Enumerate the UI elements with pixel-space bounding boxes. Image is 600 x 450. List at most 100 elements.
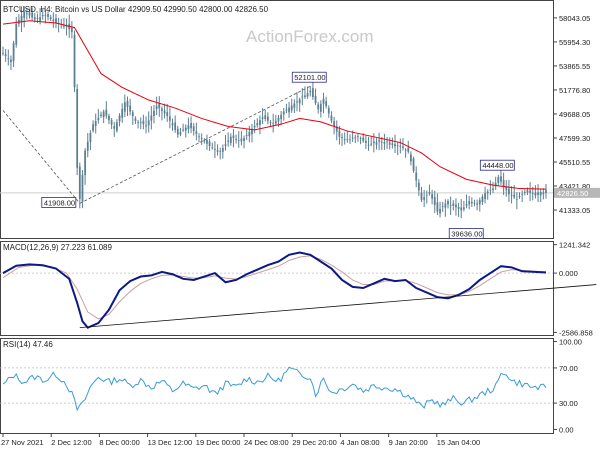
candle-body <box>198 136 200 138</box>
candle-body <box>55 18 57 23</box>
candle-body <box>473 202 476 204</box>
candle-body <box>537 192 539 195</box>
candle-body <box>259 120 261 126</box>
candle-body <box>481 196 484 202</box>
candle-body <box>81 174 84 202</box>
candle-body <box>293 103 296 108</box>
candle-body <box>462 207 465 210</box>
panel-frames <box>0 0 554 434</box>
candle-body <box>89 132 92 142</box>
candle-body <box>415 172 418 181</box>
candle-body <box>15 24 18 45</box>
y-tick-label: 45510.55 <box>559 158 590 167</box>
price-annotation-label: 39636.00 <box>451 230 482 239</box>
macd-signal-line <box>2 255 547 320</box>
macd-title: MACD(12,26,9) 27.223 61.089 <box>3 243 113 252</box>
candle-body <box>317 104 320 110</box>
candle-body <box>174 122 177 130</box>
candle-body <box>126 100 129 107</box>
candle-body <box>227 140 230 142</box>
rsi-y-tick-label: 100.00 <box>559 338 582 347</box>
candle-body <box>433 197 436 206</box>
x-tick-label: 4 Jan 08:00 <box>340 438 379 447</box>
candle-body <box>444 203 447 208</box>
candle-body <box>449 205 452 206</box>
candle-body <box>176 128 179 135</box>
candle-body <box>285 109 288 111</box>
candle-body <box>333 121 335 127</box>
x-tick-label: 27 Nov 2021 <box>1 438 44 447</box>
candle-body <box>354 137 357 139</box>
candle-body <box>470 201 473 204</box>
y-tick-label: 47599.30 <box>559 134 590 143</box>
candle-body <box>534 192 537 196</box>
candle-body <box>357 136 359 138</box>
candle-body <box>195 131 198 134</box>
swing-dashed-line <box>79 85 311 204</box>
candle-body <box>39 17 41 21</box>
candle-body <box>211 147 214 149</box>
candle-body <box>131 112 134 117</box>
candle-body <box>105 109 108 116</box>
candle-body <box>322 98 325 104</box>
candle-body <box>208 141 211 147</box>
candle-body <box>423 197 426 200</box>
rsi-y-tick-label: 0.00 <box>559 425 574 434</box>
macd-main-line <box>2 251 547 329</box>
candle-body <box>515 198 518 200</box>
candle-body <box>407 147 410 152</box>
candle-body <box>431 194 434 199</box>
candle-body <box>364 140 367 143</box>
candle-body <box>341 137 343 138</box>
candle-body <box>115 122 118 131</box>
candle-body <box>304 95 306 98</box>
x-tick-label: 29 Dec 20:00 <box>292 438 337 447</box>
candle-body <box>492 188 494 191</box>
candle-body <box>296 101 298 103</box>
candle-body <box>147 120 150 126</box>
rsi-y-tick-label: 70.00 <box>559 364 578 373</box>
candle-body <box>47 14 49 17</box>
candle-body <box>518 196 521 197</box>
candle-body <box>362 137 365 141</box>
macd-panel <box>2 251 597 329</box>
x-tick-label: 8 Dec 00:00 <box>99 438 139 447</box>
candle-body <box>412 158 415 171</box>
candle-body <box>417 182 420 191</box>
candle-body <box>394 144 396 147</box>
candle-body <box>396 145 399 146</box>
candle-body <box>386 141 388 143</box>
candle-body <box>108 115 110 121</box>
candle-body <box>182 129 185 131</box>
candle-body <box>184 127 187 131</box>
candle-body <box>452 203 455 206</box>
candle-body <box>49 17 52 19</box>
candle-body <box>92 124 94 131</box>
candle-body <box>367 144 370 146</box>
candle-body <box>224 144 227 146</box>
candle-body <box>510 194 513 196</box>
candle-body <box>288 107 290 113</box>
candle-body <box>10 59 12 63</box>
candle-body <box>523 191 526 193</box>
candle-body <box>113 126 116 129</box>
candle-body <box>319 104 322 112</box>
candle-body <box>129 105 132 112</box>
y-tick-label: 51776.80 <box>559 86 590 95</box>
candle-body <box>420 192 423 201</box>
candle-body <box>235 139 237 140</box>
candle-body <box>508 188 510 195</box>
candle-body <box>269 122 272 123</box>
candle-body <box>351 137 354 139</box>
candle-body <box>73 34 76 88</box>
candle-body <box>163 110 166 114</box>
candle-body <box>372 141 375 144</box>
candle-body <box>153 110 155 117</box>
candle-body <box>359 138 362 139</box>
x-tick-label: 9 Jan 20:00 <box>389 438 428 447</box>
candle-body <box>261 117 264 119</box>
candle-body <box>383 141 386 144</box>
candle-body <box>545 190 547 193</box>
candle-body <box>529 190 532 193</box>
candle-body <box>203 140 206 142</box>
